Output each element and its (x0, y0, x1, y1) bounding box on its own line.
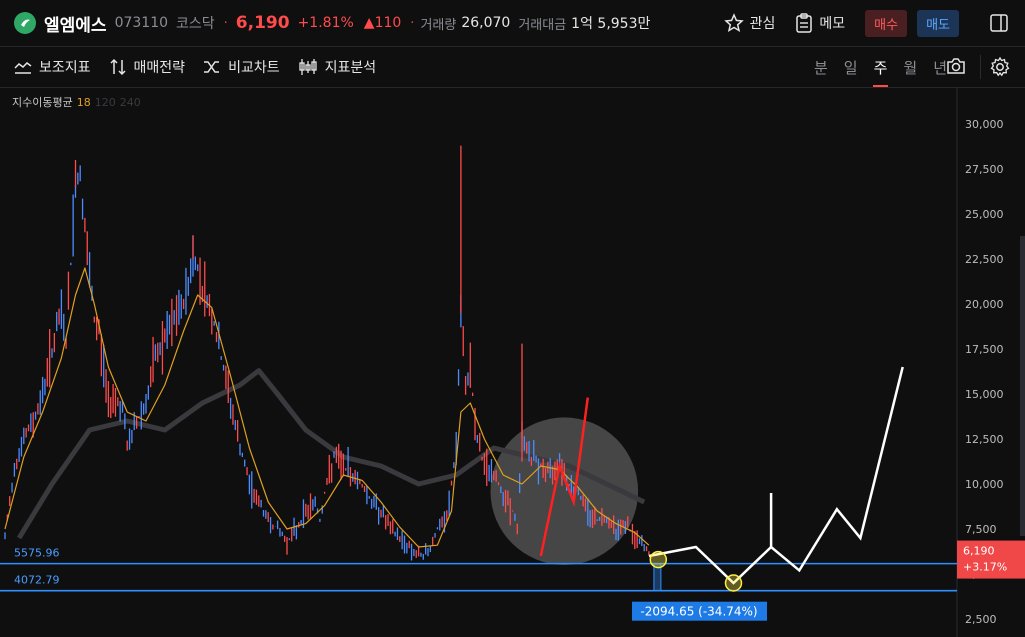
marker-circle (724, 574, 743, 592)
y-tick-label: 2,500 (965, 613, 997, 626)
strategy-button[interactable]: 매매전략 (109, 57, 186, 77)
y-tick-label: 12,500 (965, 433, 1004, 446)
analysis-label: 지표분석 (324, 60, 377, 76)
change-percent: +1.81% (297, 15, 354, 31)
tab-day[interactable]: 일 (844, 47, 858, 87)
change-amount: ▲110 (363, 15, 402, 31)
sell-button[interactable]: 매도 (917, 9, 959, 37)
tab-week[interactable]: 주 (872, 47, 889, 87)
gear-icon[interactable] (989, 56, 1011, 78)
company-logo (14, 12, 36, 34)
y-tick-label: 22,500 (965, 253, 1004, 266)
stock-code: 073110 (114, 15, 169, 31)
period-tabs: 분 일 주 월 년 (806, 47, 955, 87)
up-down-arrow-icon (110, 58, 126, 76)
watch-button[interactable]: 관심 (723, 13, 776, 33)
volume-label: 거래량 (420, 17, 457, 33)
stock-name: 엘엠에스 (44, 15, 107, 36)
camera-icon[interactable] (945, 56, 967, 76)
watch-label: 관심 (749, 16, 776, 32)
cross-arrows-icon (204, 61, 220, 73)
tab-minute[interactable]: 분 (814, 47, 828, 87)
y-tick-label: 7,500 (965, 523, 997, 536)
indicator-icon (14, 62, 32, 74)
scroll-handle (1020, 236, 1025, 536)
compare-button[interactable]: 비교차트 (203, 57, 280, 77)
current-change-label: +3.17% (963, 561, 1007, 574)
compare-label: 비교차트 (228, 60, 280, 76)
turnover-label: 거래대금 (518, 17, 567, 33)
candlestick-icon (298, 59, 317, 75)
side-panel-icon[interactable] (989, 13, 1009, 33)
indicators-label: 보조지표 (39, 60, 91, 76)
memo-button[interactable]: 메모 (795, 13, 845, 33)
y-tick-label: 17,500 (965, 343, 1004, 356)
price-chart[interactable]: 30,000 27,500 25,000 22,500 20,000 17,500 15,0… (0, 88, 1025, 637)
separator-dot: · (223, 15, 228, 31)
measure-label: -2094.65 (-34.74%) (640, 605, 757, 619)
volume-value: 26,070 (461, 15, 511, 31)
memo-label: 메모 (819, 16, 846, 32)
analysis-button[interactable]: 지표분석 (298, 57, 377, 77)
level-label: 5575.96 (14, 547, 60, 560)
strategy-label: 매매전략 (133, 60, 186, 76)
projection-line (648, 366, 904, 585)
y-tick-label: 10,000 (965, 478, 1004, 491)
toolbar-divider (980, 55, 981, 79)
chart-toolbar: 보조지표 매매전략 비교차트 지표분석 분 일 주 월 년 (0, 47, 1025, 88)
clipboard-icon (796, 13, 813, 33)
y-tick-label: 20,000 (965, 298, 1004, 311)
tab-month[interactable]: 월 (903, 47, 917, 87)
y-tick-label: 25,000 (965, 208, 1004, 221)
buy-button[interactable]: 매수 (865, 9, 908, 37)
marker-circle (649, 550, 668, 569)
star-icon (723, 13, 744, 33)
stock-header: 엘엠에스 073110 코스닥 · 6,190 +1.81% ▲110 · 거래… (0, 0, 1025, 47)
y-tick-label: 15,000 (965, 388, 1004, 401)
level-label: 4072.79 (14, 574, 60, 587)
separator-dot: · (410, 15, 415, 31)
market-name: 코스닥 (176, 16, 215, 32)
turnover-value: 1억 5,953만 (571, 16, 651, 32)
current-price: 6,190 (235, 13, 290, 33)
indicators-button[interactable]: 보조지표 (14, 57, 91, 77)
y-tick-label: 27,500 (965, 163, 1004, 176)
y-tick-label: 30,000 (965, 118, 1004, 131)
current-price-label: 6,190 (963, 545, 995, 558)
